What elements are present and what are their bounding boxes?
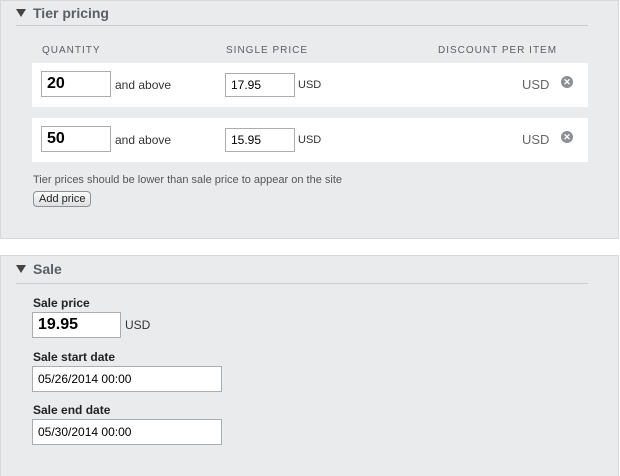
sale-price-currency: USD (125, 318, 151, 332)
sale-start-date-input[interactable] (32, 366, 222, 392)
discount-column-header: DISCOUNT PER ITEM (438, 45, 558, 56)
tier-quantity-input[interactable] (41, 71, 111, 97)
tier-price-input[interactable] (225, 73, 295, 97)
sale-price-label: Sale price (33, 296, 90, 310)
sale-price-input[interactable] (32, 312, 121, 338)
collapse-triangle-icon[interactable] (16, 265, 26, 273)
discount-currency-label: USD (522, 77, 550, 92)
tier-pricing-header[interactable]: Tier pricing (16, 3, 588, 26)
sale-end-date-label: Sale end date (33, 403, 111, 417)
sale-title: Sale (33, 261, 62, 277)
sale-header[interactable]: Sale (16, 257, 588, 284)
remove-tier-icon[interactable]: ✕ (561, 76, 573, 88)
sale-end-date-input[interactable] (32, 419, 222, 445)
single-price-column-header: SINGLE PRICE (226, 45, 309, 56)
and-above-label: and above (115, 133, 172, 147)
tier-pricing-title: Tier pricing (33, 5, 109, 21)
quantity-column-header: QUANTITY (42, 45, 101, 56)
discount-currency-label: USD (522, 132, 550, 147)
tier-price-input[interactable] (225, 128, 295, 152)
remove-tier-icon[interactable]: ✕ (561, 131, 573, 143)
tier-row: and above USD USD ✕ (32, 63, 588, 107)
tier-row: and above USD USD ✕ (32, 118, 588, 162)
tier-quantity-input[interactable] (41, 126, 111, 152)
collapse-triangle-icon[interactable] (16, 9, 26, 17)
add-price-button[interactable]: Add price (33, 191, 92, 207)
and-above-label: and above (115, 78, 172, 92)
price-currency-label: USD (298, 79, 322, 91)
tier-helper-text: Tier prices should be lower than sale pr… (33, 174, 342, 186)
sale-start-date-label: Sale start date (33, 350, 116, 364)
price-currency-label: USD (298, 134, 322, 146)
